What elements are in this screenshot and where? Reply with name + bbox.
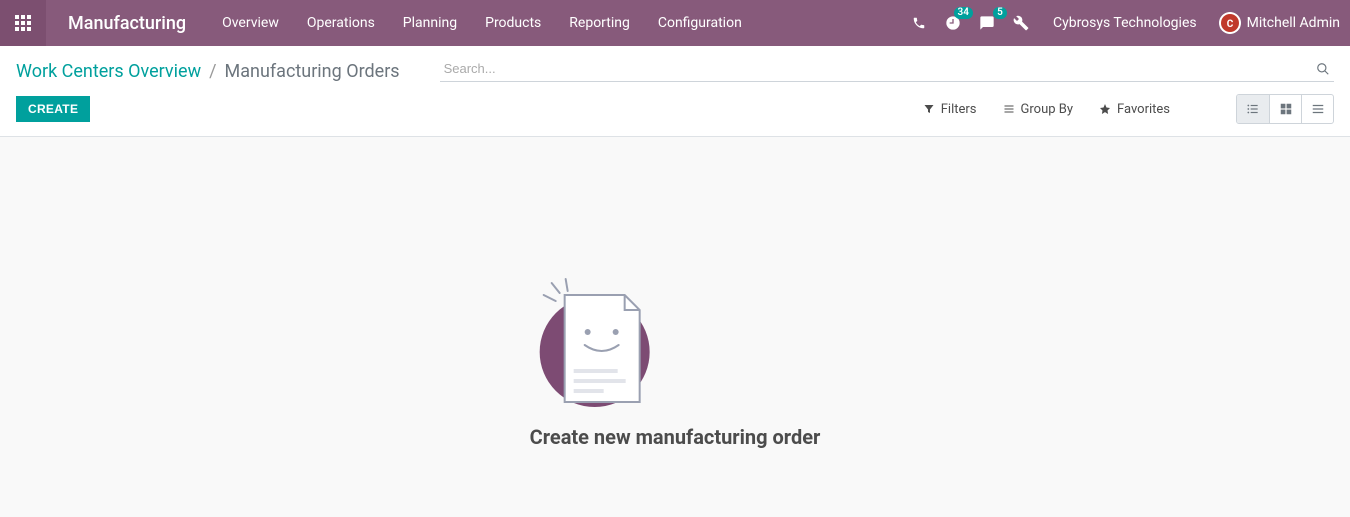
groupby-icon: [1003, 103, 1015, 115]
user-name: Mitchell Admin: [1247, 15, 1340, 31]
main-content: Create new manufacturing order: [0, 137, 1350, 517]
menu-planning[interactable]: Planning: [389, 0, 471, 46]
search-bar: [440, 56, 1334, 82]
main-menu: Overview Operations Planning Products Re…: [208, 0, 756, 46]
groupby-label: Group By: [1021, 102, 1074, 117]
phone-icon[interactable]: [909, 13, 929, 33]
menu-configuration[interactable]: Configuration: [644, 0, 756, 46]
list-view-icon: [1246, 102, 1260, 116]
empty-state: Create new manufacturing order: [530, 277, 821, 449]
breadcrumb-link[interactable]: Work Centers Overview: [16, 61, 201, 82]
apps-launcher-button[interactable]: [0, 0, 46, 46]
svg-text:C: C: [1226, 19, 1233, 30]
app-brand[interactable]: Manufacturing: [46, 13, 208, 34]
navbar: Manufacturing Overview Operations Planni…: [0, 0, 1350, 46]
empty-state-title: Create new manufacturing order: [530, 425, 821, 449]
menu-products[interactable]: Products: [471, 0, 555, 46]
filters-button[interactable]: Filters: [923, 102, 977, 117]
kanban-view-icon: [1279, 102, 1293, 116]
empty-state-illustration: [530, 277, 660, 407]
create-button[interactable]: CREATE: [16, 96, 90, 122]
search-input[interactable]: [440, 59, 1312, 78]
filters-label: Filters: [941, 102, 977, 117]
view-pivot-button[interactable]: [1301, 95, 1333, 123]
menu-operations[interactable]: Operations: [293, 0, 389, 46]
view-list-button[interactable]: [1237, 95, 1269, 123]
filter-icon: [923, 103, 935, 115]
debug-icon[interactable]: [1011, 13, 1031, 33]
pivot-view-icon: [1311, 102, 1325, 116]
menu-reporting[interactable]: Reporting: [555, 0, 644, 46]
view-kanban-button[interactable]: [1269, 95, 1301, 123]
apps-grid-icon: [15, 15, 31, 31]
breadcrumb: Work Centers Overview / Manufacturing Or…: [16, 61, 400, 82]
activities-icon[interactable]: 34: [943, 13, 963, 33]
control-panel: Work Centers Overview / Manufacturing Or…: [0, 46, 1350, 137]
company-switcher[interactable]: Cybrosys Technologies: [1045, 15, 1205, 31]
avatar: C: [1219, 12, 1241, 34]
messages-badge: 5: [993, 7, 1007, 19]
activities-badge: 34: [954, 7, 973, 19]
search-icon[interactable]: [1312, 62, 1334, 76]
user-menu[interactable]: C Mitchell Admin: [1219, 12, 1344, 34]
breadcrumb-separator: /: [209, 61, 216, 82]
systray: 34 5 Cybrosys Technologies C Mitchell Ad…: [909, 12, 1350, 34]
view-switcher: [1236, 94, 1334, 124]
search-options: Filters Group By Favorites: [923, 94, 1334, 124]
messages-icon[interactable]: 5: [977, 13, 997, 33]
favorites-button[interactable]: Favorites: [1099, 102, 1170, 117]
breadcrumb-current: Manufacturing Orders: [225, 61, 400, 82]
menu-overview[interactable]: Overview: [208, 0, 293, 46]
favorites-label: Favorites: [1117, 102, 1170, 117]
groupby-button[interactable]: Group By: [1003, 102, 1074, 117]
star-icon: [1099, 103, 1111, 115]
